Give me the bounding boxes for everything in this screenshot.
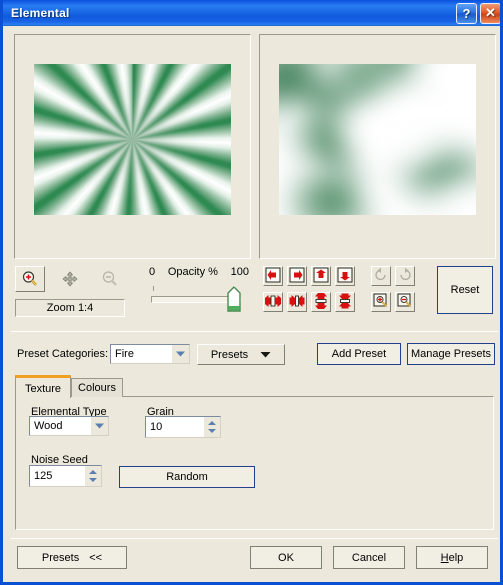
arrow-right-icon (289, 267, 305, 286)
help-button[interactable]: Help (416, 546, 488, 569)
zoom-out-button[interactable] (95, 266, 125, 292)
help-label-rest: elp (448, 551, 464, 564)
random-button[interactable]: Random (119, 466, 255, 488)
close-icon[interactable]: ✕ (480, 2, 500, 24)
tab-colours[interactable]: Colours (71, 378, 123, 397)
magnifier-plus-icon (21, 270, 39, 288)
opacity-caption: Opacity % (167, 266, 218, 278)
shrink-horizontal-button[interactable] (263, 292, 283, 312)
chevron-down-icon[interactable] (172, 345, 189, 363)
zoom-region-in-button[interactable] (371, 292, 391, 312)
chevron-down-icon (260, 349, 271, 361)
presets-dropdown-label: Presets (210, 348, 249, 361)
arrows-outward-horizontal-icon (289, 293, 305, 312)
noise-seed-value: 125 (34, 470, 53, 482)
frame-magnifier-plus-icon (373, 293, 389, 312)
presets-collapse-button[interactable]: Presets << (17, 546, 127, 569)
frame-magnifier-minus-icon (397, 293, 413, 312)
window-title: Elemental (11, 6, 70, 20)
rotate-clockwise-button[interactable] (395, 266, 415, 286)
presets-dropdown-button[interactable]: Presets (197, 344, 285, 365)
chevron-down-icon[interactable] (91, 417, 108, 435)
arrows-inward-vertical-icon (313, 292, 329, 312)
divider-toolbar (11, 331, 498, 332)
opacity-labels: 0 Opacity % 100 (149, 266, 249, 278)
pan-button[interactable] (55, 266, 85, 292)
pan-arrows-icon (62, 271, 78, 287)
preset-categories-label: Preset Categories: (17, 348, 109, 360)
titlebar-help-button[interactable]: ? (456, 2, 477, 24)
elemental-dialog: Elemental ? ✕ Zoom 1:4 0 Opacity % 100 R… (0, 0, 503, 585)
ok-button[interactable]: OK (250, 546, 322, 569)
result-preview-image (279, 64, 476, 215)
result-preview-panel[interactable] (259, 34, 496, 259)
scroll-right-button[interactable] (287, 266, 307, 286)
opacity-thumb[interactable] (227, 286, 241, 312)
preset-category-value: Fire (115, 348, 134, 360)
arrow-up-icon (313, 267, 329, 286)
add-preset-button[interactable]: Add Preset (317, 343, 401, 365)
arrows-inward-horizontal-icon (265, 293, 281, 312)
title-bar: Elemental ? ✕ (3, 0, 500, 26)
divider-footer (11, 538, 498, 539)
grain-value: 10 (150, 421, 163, 433)
manage-presets-button[interactable]: Manage Presets (407, 343, 495, 365)
spinner-arrows[interactable] (85, 466, 101, 486)
shrink-vertical-button[interactable] (311, 292, 331, 312)
opacity-slider-group: 0 Opacity % 100 (149, 266, 249, 312)
grain-spinner[interactable]: 10 (145, 416, 221, 438)
opacity-min-label: 0 (149, 266, 156, 278)
opacity-max-label: 100 (230, 266, 249, 278)
rotate-left-icon (373, 267, 389, 286)
chevron-left-double-icon: << (89, 551, 103, 564)
grow-horizontal-button[interactable] (287, 292, 307, 312)
arrows-outward-vertical-icon (337, 293, 353, 312)
rotate-right-icon (397, 267, 413, 286)
cancel-button[interactable]: Cancel (333, 546, 405, 569)
preset-category-combo[interactable]: Fire (110, 344, 190, 364)
reset-button[interactable]: Reset (437, 266, 493, 314)
zoom-level-display: Zoom 1:4 (15, 299, 125, 317)
scroll-down-button[interactable] (335, 266, 355, 286)
opacity-tick-min (153, 286, 154, 291)
original-preview-panel[interactable] (14, 34, 251, 259)
zoom-in-button[interactable] (15, 266, 45, 292)
tab-texture[interactable]: Texture (15, 375, 71, 398)
arrow-left-icon (265, 267, 281, 286)
scroll-left-button[interactable] (263, 266, 283, 286)
presets-collapse-label: Presets (41, 551, 80, 564)
arrow-down-icon (337, 267, 353, 286)
magnifier-minus-icon (101, 270, 119, 288)
rotate-counterclockwise-button[interactable] (371, 266, 391, 286)
zoom-region-out-button[interactable] (395, 292, 415, 312)
spinner-arrows[interactable] (204, 417, 220, 437)
elemental-type-value: Wood (34, 420, 63, 432)
original-preview-image (34, 64, 231, 215)
grow-vertical-button[interactable] (335, 292, 355, 312)
scroll-up-button[interactable] (311, 266, 331, 286)
noise-seed-spinner[interactable]: 125 (29, 465, 102, 487)
help-mnemonic: H (440, 551, 449, 564)
elemental-type-combo[interactable]: Wood (29, 416, 109, 436)
